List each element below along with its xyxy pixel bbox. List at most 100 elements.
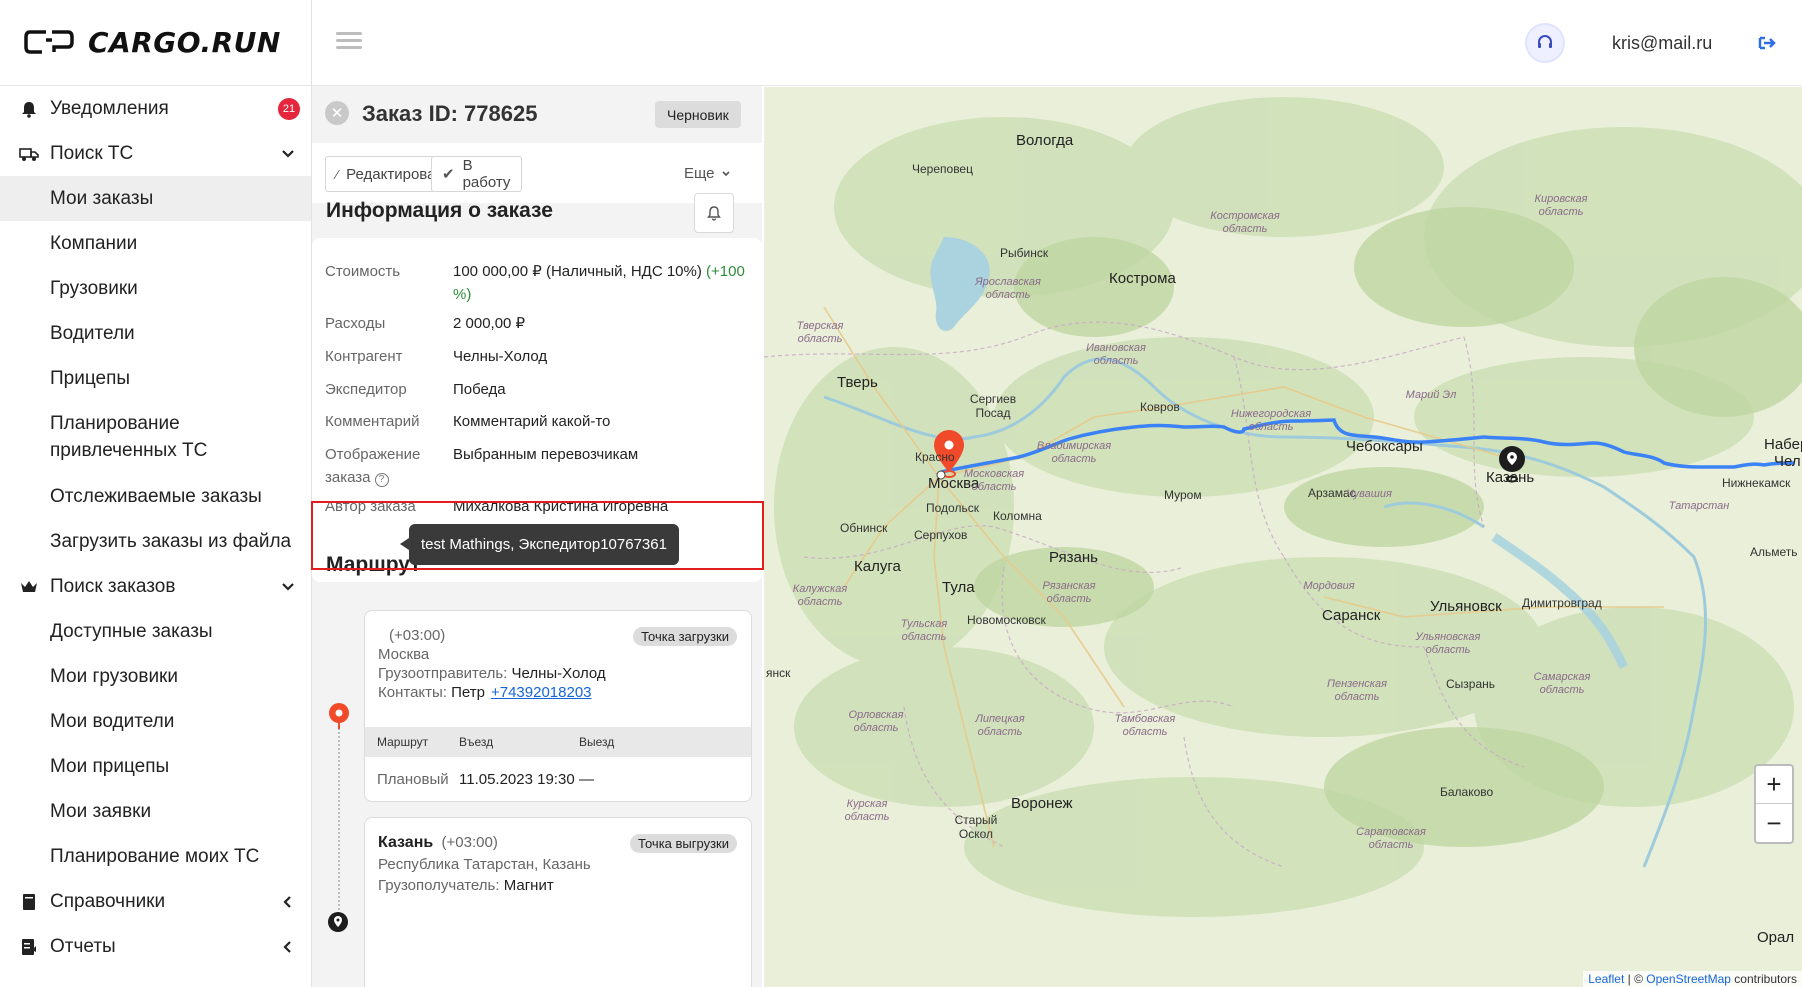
schedule-row: Плановый 11.05.2023 19:30 — bbox=[365, 757, 751, 801]
sidebar-item-available-orders[interactable]: Доступные заказы bbox=[0, 609, 311, 654]
more-dropdown[interactable]: Еще bbox=[684, 165, 731, 182]
schedule-col-route: Маршрут bbox=[377, 735, 429, 749]
bell-icon bbox=[707, 206, 721, 221]
osm-link[interactable]: OpenStreetMap bbox=[1646, 972, 1731, 986]
close-icon[interactable]: ✕ bbox=[325, 101, 349, 125]
city-label: Череповец bbox=[912, 162, 973, 176]
city-label: Тверь bbox=[837, 374, 878, 391]
logo-icon bbox=[24, 30, 74, 54]
sidebar-item-label: Грузовики bbox=[50, 277, 138, 299]
sidebar-item-label: Водители bbox=[50, 322, 135, 344]
sidebar-item-tracked-orders[interactable]: Отслеживаемые заказы bbox=[0, 474, 311, 519]
sidebar-item-my-orders[interactable]: Мои заказы bbox=[0, 176, 311, 221]
schedule-row-in: 11.05.2023 19:30 bbox=[459, 771, 575, 788]
sidebar-item-drivers[interactable]: Водители bbox=[0, 311, 311, 356]
sidebar-item-companies[interactable]: Компании bbox=[0, 221, 311, 266]
book-icon bbox=[18, 891, 40, 913]
region-label: Тверская область bbox=[796, 320, 844, 345]
region-label: Саратовская область bbox=[1356, 826, 1426, 851]
subscribe-bell-button[interactable] bbox=[694, 193, 734, 233]
attribution-tail: contributors bbox=[1730, 972, 1797, 986]
sidebar-item-trucks[interactable]: Грузовики bbox=[0, 266, 311, 311]
sidebar-item-label: Мои водители bbox=[50, 710, 175, 732]
logout-icon[interactable] bbox=[1756, 32, 1778, 54]
region-label: Ярославская область bbox=[975, 276, 1041, 301]
shipper-name: Челны-Холод bbox=[511, 665, 606, 682]
info-value: Победа bbox=[453, 381, 506, 398]
sidebar-item-planning-my[interactable]: Планирование моих ТС bbox=[0, 834, 311, 879]
region-label: Калужская область bbox=[792, 583, 848, 608]
city-label: Сызрань bbox=[1446, 677, 1496, 691]
sidebar-item-notifications[interactable]: Уведомления 21 bbox=[0, 86, 311, 131]
report-icon bbox=[18, 936, 40, 958]
sidebar-item-search-vehicles[interactable]: Поиск ТС bbox=[0, 131, 311, 176]
stop-type-badge: Точка загрузки bbox=[633, 627, 737, 646]
sidebar-item-label: Прицепы bbox=[50, 367, 131, 389]
support-icon[interactable] bbox=[1527, 25, 1563, 61]
notification-count-badge: 21 bbox=[278, 97, 300, 120]
city-label: янск bbox=[766, 666, 791, 680]
region-label: Кировская область bbox=[1534, 193, 1588, 218]
sidebar-item-trailers[interactable]: Прицепы bbox=[0, 356, 311, 401]
logo[interactable]: CARGO.RUN bbox=[24, 22, 281, 62]
sidebar-item-upload-orders[interactable]: Загрузить заказы из файла bbox=[0, 519, 311, 564]
to-work-button[interactable]: ✔ В работу bbox=[431, 156, 522, 192]
shipper-label: Грузоотправитель: bbox=[378, 665, 508, 682]
city-label: Саранск bbox=[1322, 607, 1381, 624]
phone-link[interactable]: +74392018203 bbox=[491, 684, 592, 701]
chevron-down-icon bbox=[282, 149, 294, 158]
help-icon[interactable]: ? bbox=[374, 472, 389, 487]
consignee-label: Грузополучатель: bbox=[378, 877, 500, 894]
info-key: Стоимость bbox=[325, 263, 401, 280]
bell-icon bbox=[18, 98, 40, 120]
sidebar-item-my-requests[interactable]: Мои заявки bbox=[0, 789, 311, 834]
user-email[interactable]: kris@mail.ru bbox=[1612, 33, 1712, 54]
zoom-out-button[interactable]: − bbox=[1756, 804, 1792, 842]
sidebar-item-label: Планирование привлеченных ТС bbox=[50, 413, 208, 461]
sidebar-item-label: Мои заказы bbox=[50, 187, 154, 209]
city-label: Калуга bbox=[854, 558, 901, 575]
sidebar-item-my-drivers[interactable]: Мои водители bbox=[0, 699, 311, 744]
city-label: Альметь bbox=[1750, 545, 1798, 559]
stop-title: Казань (+03:00) bbox=[378, 834, 498, 852]
schedule-row-out: — bbox=[579, 771, 594, 788]
region-label: Ульяновская область bbox=[1415, 631, 1481, 656]
city-label: Коломна bbox=[993, 509, 1042, 523]
region-label: Татарстан bbox=[1668, 500, 1730, 512]
region-label: Тульская область bbox=[900, 618, 948, 643]
sidebar-item-reports[interactable]: Отчеты bbox=[0, 924, 311, 969]
chevron-down-icon bbox=[282, 582, 294, 591]
stop-contacts: Контакты: Петр +74392018203 bbox=[378, 684, 592, 701]
sidebar-item-search-orders[interactable]: Поиск заказов bbox=[0, 564, 311, 609]
region-label: Московская область bbox=[963, 468, 1025, 493]
leaflet-link[interactable]: Leaflet bbox=[1588, 972, 1624, 986]
sidebar-item-directories[interactable]: Справочники bbox=[0, 879, 311, 924]
route-map[interactable]: Вологда Череповец Рыбинск Кострома Тверь… bbox=[764, 87, 1802, 987]
sidebar-item-planning-hired[interactable]: Планирование привлеченных ТС bbox=[0, 401, 311, 473]
schedule-col-in: Въезд bbox=[459, 735, 494, 749]
chevron-left-icon bbox=[283, 895, 291, 908]
city-label: Вологда bbox=[1016, 132, 1074, 149]
sidebar-item-label: Доступные заказы bbox=[50, 620, 213, 642]
sidebar-item-label: Компании bbox=[50, 232, 138, 254]
stop-type-badge: Точка выгрузки bbox=[630, 834, 737, 853]
city-label: Старый Оскол bbox=[954, 813, 998, 841]
city-label: Казань bbox=[1486, 469, 1535, 486]
info-value: Комментарий какой-то bbox=[453, 413, 611, 430]
stop-city: Москва bbox=[378, 646, 430, 663]
city-label: Воронеж bbox=[1011, 795, 1073, 812]
zoom-in-button[interactable]: + bbox=[1756, 766, 1792, 804]
menu-toggle-icon[interactable] bbox=[336, 28, 362, 54]
chevron-left-icon bbox=[283, 940, 291, 953]
sidebar-item-my-trailers[interactable]: Мои прицепы bbox=[0, 744, 311, 789]
city-label: Обнинск bbox=[840, 521, 888, 535]
city-label: Ковров bbox=[1140, 400, 1180, 414]
sidebar-item-my-trucks[interactable]: Мои грузовики bbox=[0, 654, 311, 699]
schedule-row-label: Плановый bbox=[377, 771, 449, 788]
top-header: CARGO.RUN kris@mail.ru bbox=[0, 0, 1802, 86]
stop-shipper: Грузоотправитель: Челны-Холод bbox=[378, 665, 606, 682]
zoom-control: + − bbox=[1754, 764, 1794, 844]
city-label: Ульяновск bbox=[1430, 598, 1502, 615]
cost-value: 100 000,00 ₽ (Наличный, НДС 10%) bbox=[453, 263, 702, 280]
city-label: Нижнекамск bbox=[1722, 476, 1791, 490]
